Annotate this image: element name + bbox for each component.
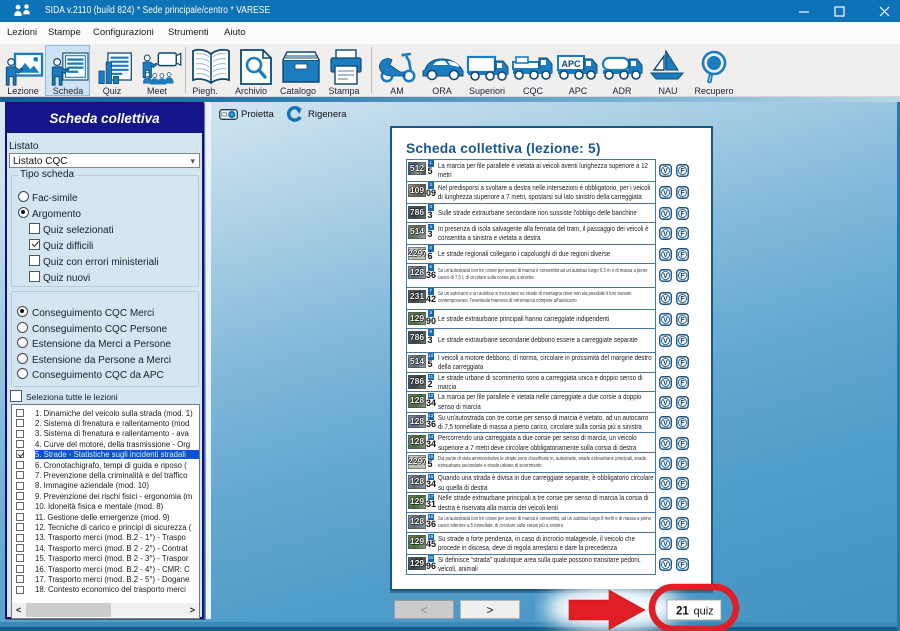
svg-text:V: V [663, 168, 668, 175]
svg-text:V: V [663, 338, 668, 345]
svg-text:V: V [663, 296, 668, 303]
svg-text:V: V [663, 562, 668, 569]
svg-text:F: F [680, 231, 684, 238]
svg-text:V: V [663, 461, 668, 468]
svg-text:F: F [680, 252, 684, 259]
svg-text:V: V [663, 231, 668, 238]
svg-text:F: F [680, 296, 684, 303]
svg-text:V: V [663, 273, 668, 280]
svg-text:V: V [663, 481, 668, 488]
svg-text:F: F [680, 400, 684, 407]
svg-text:V: V [663, 420, 668, 427]
svg-text:F: F [680, 211, 684, 218]
svg-text:V: V [663, 501, 668, 508]
svg-text:APC: APC [561, 59, 581, 69]
svg-text:F: F [680, 380, 684, 387]
svg-text:V: V [663, 441, 668, 448]
svg-text:21: 21 [676, 606, 689, 618]
svg-text:V: V [663, 190, 668, 197]
svg-text:V: V [663, 317, 668, 324]
svg-text:quiz: quiz [694, 606, 714, 618]
svg-text:V: V [663, 380, 668, 387]
svg-text:F: F [680, 481, 684, 488]
svg-text:F: F [680, 521, 684, 528]
svg-text:V: V [663, 541, 668, 548]
svg-text:V: V [663, 521, 668, 528]
svg-text:F: F [680, 338, 684, 345]
svg-text:F: F [680, 461, 684, 468]
svg-text:V: V [663, 211, 668, 218]
svg-text:F: F [680, 168, 684, 175]
svg-text:F: F [680, 541, 684, 548]
svg-text:F: F [680, 420, 684, 427]
svg-text:F: F [680, 317, 684, 324]
svg-text:V: V [663, 360, 668, 367]
svg-text:F: F [680, 501, 684, 508]
svg-text:V: V [663, 400, 668, 407]
svg-text:F: F [680, 273, 684, 280]
svg-text:F: F [680, 562, 684, 569]
svg-text:F: F [680, 441, 684, 448]
svg-text:F: F [680, 190, 684, 197]
svg-text:F: F [680, 360, 684, 367]
svg-text:V: V [663, 252, 668, 259]
